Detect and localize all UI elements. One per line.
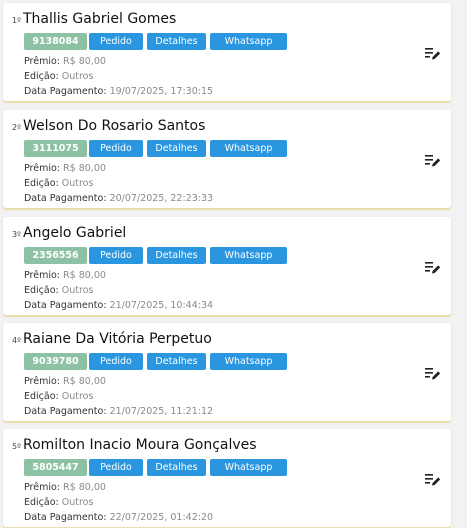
detalhes-button[interactable]: Detalhes	[147, 353, 206, 370]
whatsapp-button[interactable]: Whatsapp	[210, 247, 287, 264]
rank-number: 4º	[12, 336, 21, 345]
premio-row: Prêmio: R$ 80,00	[24, 375, 106, 388]
premio-label: Prêmio:	[24, 376, 61, 387]
premio-value: R$ 80,00	[63, 482, 106, 493]
rank-number: 3º	[12, 230, 21, 239]
edit-list-icon[interactable]	[425, 367, 441, 381]
premio-value: R$ 80,00	[63, 376, 106, 387]
edicao-row: Edição: Outros	[24, 70, 93, 83]
pedido-button[interactable]: Pedido	[89, 247, 143, 264]
premio-row: Prêmio: R$ 80,00	[24, 55, 106, 68]
premio-row: Prêmio: R$ 80,00	[24, 162, 106, 175]
detalhes-button[interactable]: Detalhes	[147, 140, 206, 157]
pedido-button[interactable]: Pedido	[89, 140, 143, 157]
whatsapp-button[interactable]: Whatsapp	[210, 459, 287, 476]
ticket-id-badge: 3111075	[24, 140, 87, 157]
edit-list-icon[interactable]	[425, 47, 441, 61]
edicao-value: Outros	[61, 497, 94, 508]
data-pagamento-value: 22/07/2025, 01:42:20	[109, 512, 214, 523]
premio-label: Prêmio:	[24, 163, 61, 174]
premio-value: R$ 80,00	[63, 56, 106, 67]
data-pagamento-label: Data Pagamento:	[24, 193, 107, 204]
winner-card: 2º Welson Do Rosario Santos 3111075 Pedi…	[3, 110, 451, 208]
edicao-value: Outros	[61, 178, 94, 189]
whatsapp-button[interactable]: Whatsapp	[210, 33, 287, 50]
data-pagamento-value: 20/07/2025, 22:23:33	[109, 193, 214, 204]
data-pagamento-row: Data Pagamento: 19/07/2025, 17:30:15	[24, 85, 213, 98]
winner-name: Raiane Da Vitória Perpetuo	[23, 331, 212, 347]
winner-name: Thallis Gabriel Gomes	[23, 11, 177, 27]
edicao-label: Edição:	[24, 285, 59, 296]
edicao-value: Outros	[61, 71, 94, 82]
rank-number: 1º	[12, 16, 21, 25]
winner-name: Angelo Gabriel	[23, 225, 127, 241]
edicao-value: Outros	[61, 391, 94, 402]
data-pagamento-row: Data Pagamento: 20/07/2025, 22:23:33	[24, 192, 213, 205]
data-pagamento-value: 21/07/2025, 10:44:34	[109, 300, 214, 311]
data-pagamento-row: Data Pagamento: 21/07/2025, 11:21:12	[24, 405, 213, 418]
premio-row: Prêmio: R$ 80,00	[24, 269, 106, 282]
rank-number: 5º	[12, 442, 21, 451]
ticket-id-badge: 5805447	[24, 459, 87, 476]
data-pagamento-row: Data Pagamento: 22/07/2025, 01:42:20	[24, 511, 213, 524]
data-pagamento-row: Data Pagamento: 21/07/2025, 10:44:34	[24, 299, 213, 312]
data-pagamento-label: Data Pagamento:	[24, 86, 107, 97]
whatsapp-button[interactable]: Whatsapp	[210, 353, 287, 370]
data-pagamento-value: 21/07/2025, 11:21:12	[109, 406, 214, 417]
edit-list-icon[interactable]	[425, 154, 441, 168]
winner-card: 4º Raiane Da Vitória Perpetuo 9039780 Pe…	[3, 323, 451, 421]
edicao-label: Edição:	[24, 497, 59, 508]
edicao-label: Edição:	[24, 178, 59, 189]
edicao-row: Edição: Outros	[24, 284, 93, 297]
detalhes-button[interactable]: Detalhes	[147, 459, 206, 476]
detalhes-button[interactable]: Detalhes	[147, 33, 206, 50]
detalhes-button[interactable]: Detalhes	[147, 247, 206, 264]
pedido-button[interactable]: Pedido	[89, 353, 143, 370]
premio-row: Prêmio: R$ 80,00	[24, 481, 106, 494]
edicao-row: Edição: Outros	[24, 390, 93, 403]
edicao-label: Edição:	[24, 391, 59, 402]
rank-number: 2º	[12, 123, 21, 132]
edicao-value: Outros	[61, 285, 94, 296]
data-pagamento-label: Data Pagamento:	[24, 300, 107, 311]
whatsapp-button[interactable]: Whatsapp	[210, 140, 287, 157]
data-pagamento-value: 19/07/2025, 17:30:15	[109, 86, 214, 97]
ticket-id-badge: 2356556	[24, 247, 87, 264]
winner-card: 3º Angelo Gabriel 2356556 Pedido Detalhe…	[3, 217, 451, 315]
premio-value: R$ 80,00	[63, 270, 106, 281]
edicao-row: Edição: Outros	[24, 177, 93, 190]
winner-card: 5º Romilton Inacio Moura Gonçalves 58054…	[3, 429, 451, 527]
edit-list-icon[interactable]	[425, 261, 441, 275]
winner-name: Welson Do Rosario Santos	[23, 118, 206, 134]
edit-list-icon[interactable]	[425, 473, 441, 487]
premio-label: Prêmio:	[24, 482, 61, 493]
winner-card: 1º Thallis Gabriel Gomes 9138084 Pedido …	[3, 3, 451, 101]
premio-label: Prêmio:	[24, 56, 61, 67]
winner-name: Romilton Inacio Moura Gonçalves	[23, 437, 257, 453]
pedido-button[interactable]: Pedido	[89, 33, 143, 50]
ticket-id-badge: 9039780	[24, 353, 87, 370]
pedido-button[interactable]: Pedido	[89, 459, 143, 476]
edicao-row: Edição: Outros	[24, 496, 93, 509]
edicao-label: Edição:	[24, 71, 59, 82]
ticket-id-badge: 9138084	[24, 33, 87, 50]
premio-label: Prêmio:	[24, 270, 61, 281]
premio-value: R$ 80,00	[63, 163, 106, 174]
data-pagamento-label: Data Pagamento:	[24, 406, 107, 417]
data-pagamento-label: Data Pagamento:	[24, 512, 107, 523]
